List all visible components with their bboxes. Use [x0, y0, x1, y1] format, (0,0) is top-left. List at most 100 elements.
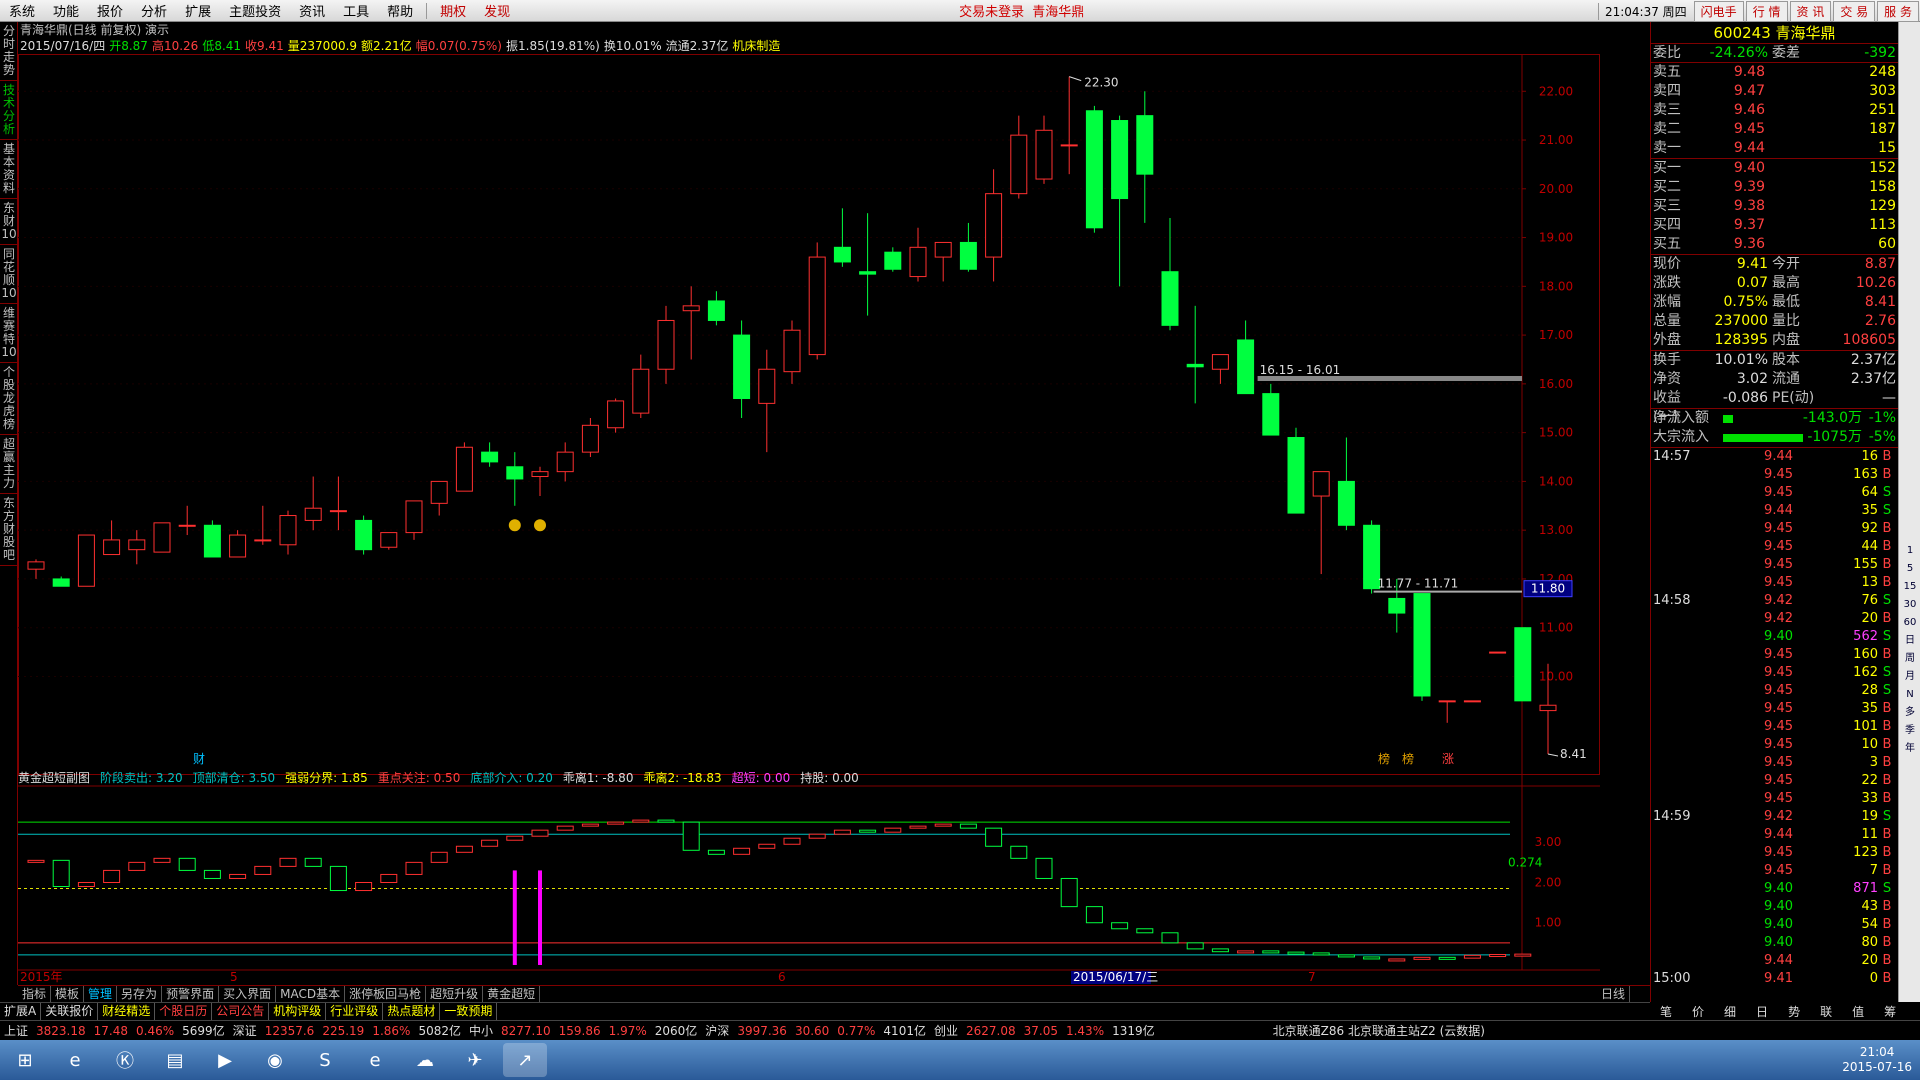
panel-tab-0[interactable]: 笔	[1650, 1003, 1682, 1020]
period-button-10[interactable]: 季	[1900, 722, 1920, 739]
sell-row-3[interactable]: 卖二 9.45 187	[1651, 120, 1898, 139]
left-tab-3[interactable]: 东财10	[0, 199, 18, 245]
ie2-icon[interactable]: e	[353, 1043, 397, 1077]
left-tab-6[interactable]: 个股龙虎榜	[0, 363, 18, 435]
buy-row-1[interactable]: 买二 9.39 158	[1651, 178, 1898, 197]
menu-item-8[interactable]: 帮助	[378, 1, 422, 20]
index-name-0[interactable]: 上证	[0, 1022, 32, 1039]
sell-row-1[interactable]: 卖四 9.47 303	[1651, 82, 1898, 101]
period-button-5[interactable]: 日	[1900, 632, 1920, 649]
left-tab-5[interactable]: 维赛特10	[0, 304, 18, 363]
indicator-tab-4[interactable]: 预警界面	[162, 986, 220, 1002]
menu-item-3[interactable]: 分析	[132, 1, 176, 20]
media-player-icon[interactable]: ▶	[203, 1043, 247, 1077]
ohlc-field-4: 收9.41	[245, 39, 284, 53]
period-button-3[interactable]: 30	[1900, 596, 1920, 613]
left-tab-2[interactable]: 基本资料	[0, 140, 18, 199]
left-tab-0[interactable]: 分时走势	[0, 22, 18, 81]
left-tab-4[interactable]: 同花顺10	[0, 245, 18, 304]
browser-icon[interactable]: ◉	[253, 1043, 297, 1077]
sell-row-4[interactable]: 卖一 9.44 15	[1651, 139, 1898, 158]
left-tab-8[interactable]: 东方财股吧	[0, 494, 18, 566]
left-tab-1[interactable]: 技术分析	[0, 81, 18, 140]
login-status[interactable]: 交易未登录	[959, 1, 1024, 20]
indicator-tab-9[interactable]: 黄金超短	[483, 986, 541, 1002]
panel-tab-2[interactable]: 细	[1714, 1003, 1746, 1020]
indicator-tab-1[interactable]: 模板	[51, 986, 85, 1002]
menu-item-2[interactable]: 报价	[88, 1, 132, 20]
info-tab-5[interactable]: 机构评级	[269, 1003, 327, 1020]
candle-body-30	[783, 329, 801, 373]
info-tab-7[interactable]: 热点题材	[383, 1003, 441, 1020]
period-button-1[interactable]: 5	[1900, 560, 1920, 577]
menu-item-7[interactable]: 工具	[334, 1, 378, 20]
buy-row-4[interactable]: 买五 9.36 60	[1651, 235, 1898, 254]
tray-clock[interactable]: 21:04 2015-07-16	[1834, 1045, 1920, 1075]
chart-area[interactable]: 22.00 21.00 20.00 19.00 18.00 17.00 16.00 15.00…	[18, 22, 1600, 985]
menu-item-5[interactable]: 主题投资	[220, 1, 290, 20]
panel-tab-5[interactable]: 联	[1810, 1003, 1842, 1020]
indicator-tab-8[interactable]: 超短升级	[426, 986, 484, 1002]
panel-tab-1[interactable]: 价	[1682, 1003, 1714, 1020]
index-name-2[interactable]: 中小	[465, 1022, 497, 1039]
left-tab-7[interactable]: 超赢主力	[0, 435, 18, 494]
menu-item-0[interactable]: 系统	[0, 1, 44, 20]
info-tab-1[interactable]: 关联报价	[41, 1003, 99, 1020]
period-button-0[interactable]: 1	[1900, 542, 1920, 559]
period-button-4[interactable]: 60	[1900, 614, 1920, 631]
info-tab-0[interactable]: 扩展A	[0, 1003, 42, 1020]
menu-item-4[interactable]: 扩展	[176, 1, 220, 20]
sell-row-0[interactable]: 卖五 9.48 248	[1651, 63, 1898, 82]
menu-special-1[interactable]: 发现	[475, 1, 519, 20]
period-button-2[interactable]: 15	[1900, 578, 1920, 595]
k-app-icon[interactable]: Ⓚ	[103, 1043, 147, 1077]
indicator-tab-7[interactable]: 涨停板回马枪	[345, 986, 427, 1002]
panel-tab-4[interactable]: 势	[1778, 1003, 1810, 1020]
period-label[interactable]: 日线	[1597, 986, 1630, 1002]
period-button-6[interactable]: 周	[1900, 650, 1920, 667]
panel-tab-7[interactable]: 筹	[1874, 1003, 1906, 1020]
tick-vol-14: 35	[1861, 701, 1878, 716]
chart-header: 青海华鼎(日线 前复权) 演示 2015/07/16/四 开8.87 高10.26 低…	[18, 22, 1600, 54]
stock-app-icon[interactable]: ↗	[503, 1043, 547, 1077]
info-tab-8[interactable]: 一致预期	[440, 1003, 498, 1020]
period-button-9[interactable]: 多	[1900, 704, 1920, 721]
ie-icon[interactable]: e	[53, 1043, 97, 1077]
indicator-tab-0[interactable]: 指标	[18, 986, 52, 1002]
start-button[interactable]: ⊞	[3, 1043, 47, 1077]
buy-row-0[interactable]: 买一 9.40 152	[1651, 159, 1898, 178]
cloud-icon[interactable]: ☁	[403, 1043, 447, 1077]
info-tab-3[interactable]: 个股日历	[155, 1003, 213, 1020]
panel-tab-6[interactable]: 值	[1842, 1003, 1874, 1020]
index-name-1[interactable]: 深证	[229, 1022, 261, 1039]
period-button-11[interactable]: 年	[1900, 740, 1920, 757]
plane-icon[interactable]: ✈	[453, 1043, 497, 1077]
indicator-tab-6[interactable]: MACD基本	[276, 986, 346, 1002]
folder-icon[interactable]: ▤	[153, 1043, 197, 1077]
panel-tab-3[interactable]: 日	[1746, 1003, 1778, 1020]
top-button-0[interactable]: 闪电手	[1693, 0, 1744, 22]
top-button-3[interactable]: 交 易	[1833, 0, 1876, 22]
buy-row-2[interactable]: 买三 9.38 129	[1651, 197, 1898, 216]
period-button-8[interactable]: N	[1900, 686, 1920, 703]
indicator-tab-5[interactable]: 买入界面	[219, 986, 277, 1002]
top-button-4[interactable]: 服 务	[1877, 0, 1919, 22]
sell-row-2[interactable]: 卖三 9.46 251	[1651, 101, 1898, 120]
period-button-7[interactable]: 月	[1900, 668, 1920, 685]
info-tab-4[interactable]: 公司公告	[212, 1003, 270, 1020]
menu-item-6[interactable]: 资讯	[290, 1, 334, 20]
menu-special-0[interactable]: 期权	[431, 1, 475, 20]
menu-item-1[interactable]: 功能	[44, 1, 88, 20]
info-tab-2[interactable]: 财经精选	[98, 1003, 156, 1020]
buy-row-3[interactable]: 买四 9.37 113	[1651, 216, 1898, 235]
indicator-tab-2[interactable]: 管理	[84, 986, 118, 1002]
sogou-icon[interactable]: S	[303, 1043, 347, 1077]
indicator-tab-3[interactable]: 另存为	[117, 986, 163, 1002]
index-name-3[interactable]: 沪深	[701, 1022, 733, 1039]
index-name-4[interactable]: 创业	[930, 1022, 962, 1039]
info-tab-6[interactable]: 行业评级	[326, 1003, 384, 1020]
candlestick-chart[interactable]: 22.00 21.00 20.00 19.00 18.00 17.00 16.00 15.00…	[18, 22, 1600, 985]
server-status[interactable]: 北京联通Z86 北京联通主站Z2 (云数据)	[1269, 1022, 1489, 1039]
top-button-1[interactable]: 行 情	[1745, 0, 1788, 22]
top-button-2[interactable]: 资 讯	[1789, 0, 1832, 22]
